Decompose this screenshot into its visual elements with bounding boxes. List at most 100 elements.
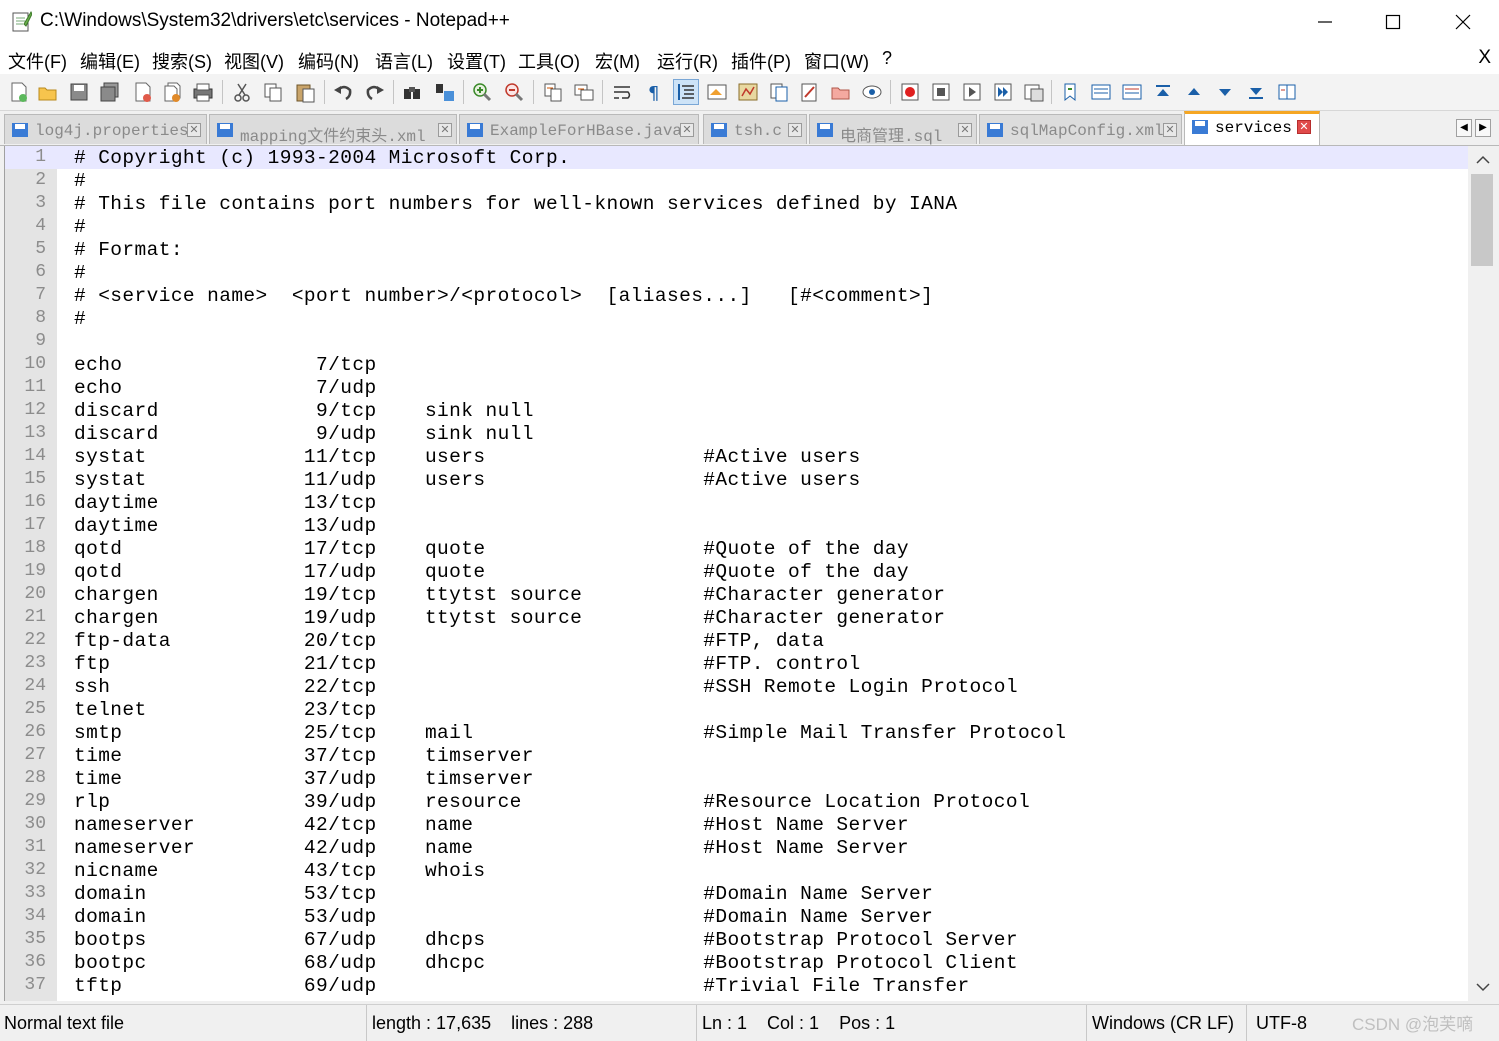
close-file-button[interactable] bbox=[130, 79, 156, 105]
editor-line[interactable]: 17 daytime 13/udp bbox=[5, 514, 1469, 537]
menu-file[interactable]: 文件(F) bbox=[8, 48, 67, 74]
redo-button[interactable] bbox=[362, 79, 388, 105]
word-wrap-button[interactable] bbox=[609, 79, 635, 105]
print-button[interactable] bbox=[190, 79, 216, 105]
editor-line[interactable]: 36 bootpc 68/udp dhcpc #Bootstrap Protoco… bbox=[5, 951, 1469, 974]
editor-line[interactable]: 9 bbox=[5, 330, 1469, 353]
prev-diff-button[interactable] bbox=[1181, 79, 1207, 105]
tab-close-icon[interactable]: ✕ bbox=[1163, 123, 1177, 137]
sync-horizontal-button[interactable] bbox=[571, 79, 597, 105]
menu-macro[interactable]: 宏(M) bbox=[595, 48, 640, 74]
tab-log4j-properties[interactable]: log4j.properties ✕ bbox=[4, 114, 207, 144]
indent-guide-button[interactable] bbox=[673, 79, 699, 105]
sync-vertical-button[interactable] bbox=[540, 79, 566, 105]
new-file-button[interactable] bbox=[6, 79, 32, 105]
folder-button[interactable] bbox=[828, 79, 854, 105]
zoom-out-button[interactable] bbox=[501, 79, 527, 105]
tab-close-icon[interactable]: ✕ bbox=[958, 123, 972, 137]
tab-close-icon[interactable]: ✕ bbox=[788, 123, 802, 137]
menu-plugins[interactable]: 插件(P) bbox=[731, 48, 791, 74]
editor-line[interactable]: 7 # <service name> <port number>/<protoco… bbox=[5, 284, 1469, 307]
minimize-button[interactable] bbox=[1290, 0, 1360, 44]
tab-services[interactable]: services ✕ bbox=[1184, 111, 1320, 145]
editor-line[interactable]: 14 systat 11/tcp users #Active users bbox=[5, 445, 1469, 468]
editor-line[interactable]: 26 smtp 25/tcp mail #Simple Mail Transfer… bbox=[5, 721, 1469, 744]
document-map-button[interactable] bbox=[735, 79, 761, 105]
menu-language[interactable]: 语言(L) bbox=[375, 48, 433, 74]
run-macro-multiple-button[interactable] bbox=[990, 79, 1016, 105]
editor-line[interactable]: 33 domain 53/tcp #Domain Name Server bbox=[5, 882, 1469, 905]
editor-line[interactable]: 12 discard 9/tcp sink null bbox=[5, 399, 1469, 422]
editor-line[interactable]: 30 nameserver 42/tcp name #Host Name Serv… bbox=[5, 813, 1469, 836]
editor-line[interactable]: 34 domain 53/udp #Domain Name Server bbox=[5, 905, 1469, 928]
menu-help[interactable]: ? bbox=[882, 48, 892, 69]
compare-alt-button[interactable] bbox=[1119, 79, 1145, 105]
editor-line[interactable]: 8 # bbox=[5, 307, 1469, 330]
editor-line[interactable]: 28 time 37/udp timserver bbox=[5, 767, 1469, 790]
tab-close-icon[interactable]: ✕ bbox=[680, 123, 694, 137]
editor-line[interactable]: 10 echo 7/tcp bbox=[5, 353, 1469, 376]
editor-line[interactable]: 18 qotd 17/tcp quote #Quote of the day bbox=[5, 537, 1469, 560]
menu-encoding[interactable]: 编码(N) bbox=[298, 48, 359, 74]
vertical-scrollbar[interactable] bbox=[1468, 146, 1497, 1001]
editor-line[interactable]: 31 nameserver 42/udp name #Host Name Serv… bbox=[5, 836, 1469, 859]
paste-button[interactable] bbox=[292, 79, 318, 105]
menu-view[interactable]: 视图(V) bbox=[224, 48, 284, 74]
editor-line[interactable]: 23 ftp 21/tcp #FTP. control bbox=[5, 652, 1469, 675]
editor-line[interactable]: 13 discard 9/udp sink null bbox=[5, 422, 1469, 445]
maximize-button[interactable] bbox=[1358, 0, 1428, 44]
tab-mapping-xml[interactable]: mapping文件约束头.xml ✕ bbox=[209, 114, 457, 146]
tab-close-icon[interactable]: ✕ bbox=[1297, 120, 1311, 134]
editor-line[interactable]: 22 ftp-data 20/tcp #FTP, data bbox=[5, 629, 1469, 652]
close-all-button[interactable] bbox=[160, 79, 186, 105]
menu-run[interactable]: 运行(R) bbox=[657, 48, 718, 74]
editor-line[interactable]: 24 ssh 22/tcp #SSH Remote Login Protocol bbox=[5, 675, 1469, 698]
save-all-button[interactable] bbox=[97, 79, 123, 105]
tab-close-icon[interactable]: ✕ bbox=[438, 123, 452, 137]
tab-close-icon[interactable]: ✕ bbox=[187, 123, 201, 137]
tab-sqlmapconfig-xml[interactable]: sqlMapConfig.xml ✕ bbox=[979, 114, 1182, 144]
editor-line[interactable]: 15 systat 11/udp users #Active users bbox=[5, 468, 1469, 491]
save-macro-button[interactable] bbox=[1021, 79, 1047, 105]
editor-line[interactable]: 20 chargen 19/tcp ttytst source #Characte… bbox=[5, 583, 1469, 606]
tab-tsh-c[interactable]: tsh.c ✕ bbox=[703, 114, 807, 144]
editor-line[interactable]: 19 qotd 17/udp quote #Quote of the day bbox=[5, 560, 1469, 583]
function-list-button[interactable] bbox=[766, 79, 792, 105]
replace-button[interactable] bbox=[432, 79, 458, 105]
show-all-chars-button[interactable]: ¶ bbox=[641, 79, 667, 105]
open-file-button[interactable] bbox=[35, 79, 61, 105]
save-button[interactable] bbox=[66, 79, 92, 105]
scroll-down-button[interactable] bbox=[1468, 977, 1497, 997]
editor-line[interactable]: 21 chargen 19/udp ttytst source #Characte… bbox=[5, 606, 1469, 629]
menu-search[interactable]: 搜索(S) bbox=[152, 48, 212, 74]
editor-line[interactable]: 3 # This file contains port numbers for w… bbox=[5, 192, 1469, 215]
last-diff-button[interactable] bbox=[1243, 79, 1269, 105]
next-diff-button[interactable] bbox=[1212, 79, 1238, 105]
find-button[interactable] bbox=[399, 79, 425, 105]
scroll-up-button[interactable] bbox=[1468, 150, 1497, 170]
editor-line[interactable]: 6 # bbox=[5, 261, 1469, 284]
close-document-button[interactable]: X bbox=[1478, 47, 1491, 69]
editor-line[interactable]: 2 # bbox=[5, 169, 1469, 192]
undo-button[interactable] bbox=[330, 79, 356, 105]
editor-line[interactable]: 5 # Format: bbox=[5, 238, 1469, 261]
editor-line[interactable]: 35 bootps 67/udp dhcps #Bootstrap Protoco… bbox=[5, 928, 1469, 951]
editor-line[interactable]: 32 nicname 43/tcp whois bbox=[5, 859, 1469, 882]
cut-button[interactable] bbox=[229, 79, 255, 105]
editor-line[interactable]: 1 # Copyright (c) 1993-2004 Microsoft Cor… bbox=[5, 146, 1469, 169]
zoom-in-button[interactable] bbox=[469, 79, 495, 105]
record-macro-button[interactable] bbox=[897, 79, 923, 105]
text-editor[interactable]: 1 # Copyright (c) 1993-2004 Microsoft Cor… bbox=[4, 146, 1469, 1001]
compare-button[interactable] bbox=[1088, 79, 1114, 105]
menu-edit[interactable]: 编辑(E) bbox=[80, 48, 140, 74]
folder-as-workspace-button[interactable] bbox=[797, 79, 823, 105]
menu-settings[interactable]: 设置(T) bbox=[447, 48, 506, 74]
editor-line[interactable]: 11 echo 7/udp bbox=[5, 376, 1469, 399]
tab-scroll-left-icon[interactable]: ◀ bbox=[1456, 119, 1472, 137]
diff-panel-button[interactable] bbox=[1274, 79, 1300, 105]
play-macro-button[interactable] bbox=[959, 79, 985, 105]
editor-line[interactable]: 27 time 37/tcp timserver bbox=[5, 744, 1469, 767]
scrollbar-thumb[interactable] bbox=[1471, 174, 1493, 266]
tab-exampleforhbase-java[interactable]: ExampleForHBase.java ✕ bbox=[459, 114, 699, 144]
first-diff-button[interactable] bbox=[1150, 79, 1176, 105]
